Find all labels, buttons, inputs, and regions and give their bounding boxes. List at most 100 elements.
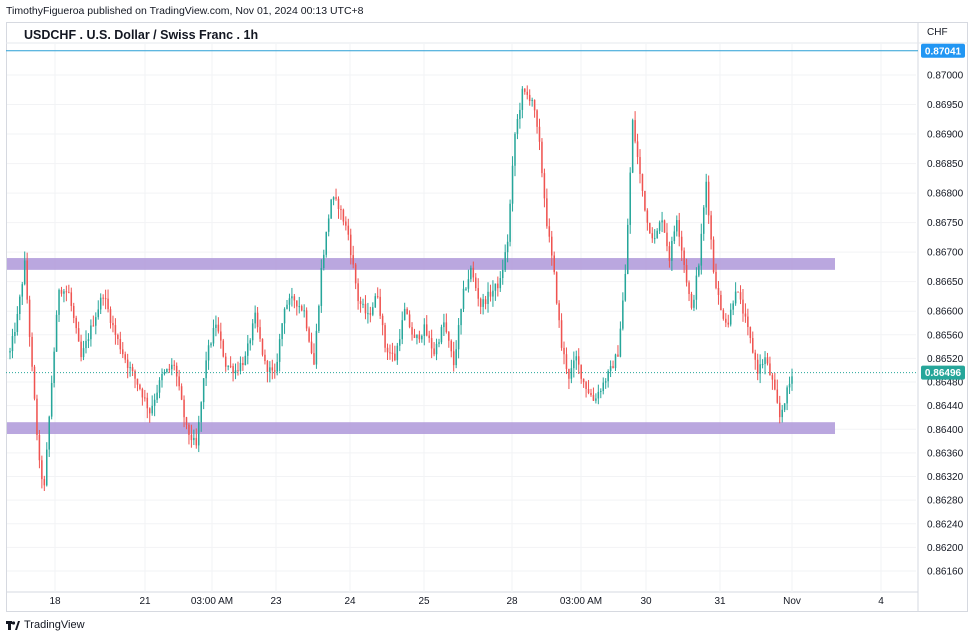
time-tick-label: Nov [783,596,801,607]
price-lines [6,50,918,374]
candle-body [430,338,433,349]
price-chart[interactable]: 0.87000 0.86950 0.86900 0.86850 0.86800 0.867… [0,0,975,638]
candle-body [401,320,403,340]
currency-button[interactable]: CHF [927,27,948,38]
candle-body [43,479,46,486]
candle-body [563,347,565,355]
candle-body [271,367,274,371]
candle-body [443,322,445,328]
candle-body [124,354,126,360]
candle-body [337,198,340,210]
tradingview-brand[interactable]: TradingView [6,619,85,631]
candle-body [315,330,318,365]
candle-body [587,389,590,394]
candle-body [761,364,764,366]
candle-body [546,198,548,227]
candle-body [232,366,234,374]
candle-body [345,221,347,226]
candle-body [781,409,783,418]
candle-body [467,279,470,289]
candle-body [178,376,180,387]
candle-body [668,246,671,261]
chart-title: USDCHF . U.S. Dollar / Swiss Franc . 1h [24,28,259,42]
candle-body [259,327,261,339]
candle-body [729,309,732,325]
candle-body [153,399,156,406]
candle-body [514,133,516,166]
candle-body [90,325,92,340]
candle-body [180,386,183,400]
price-tick-label: 0.86160 [927,567,964,578]
candle-body [445,322,448,333]
candle-body [195,437,198,446]
candle-body [538,126,541,142]
candle-body [592,395,595,401]
candle-body [487,291,489,305]
price-tick-label: 0.87000 [927,71,964,82]
candle-body [391,352,394,354]
candle-body [107,298,109,310]
candle-body [122,349,124,355]
candle-body [778,402,781,418]
price-tick-label: 0.86240 [927,519,964,530]
candle-body [732,303,734,310]
candle-body [568,368,570,379]
candle-body [477,288,479,299]
candle-body [63,291,65,294]
candle-body [227,365,229,367]
candle-body [560,320,563,348]
price-tick-label: 0.86700 [927,248,964,259]
candle-body [60,289,63,294]
candle-body [680,236,683,251]
candle-body [171,364,173,370]
support-zone[interactable] [7,422,835,435]
resistance-zone[interactable] [7,258,835,270]
candle-body [305,310,308,329]
candle-body [354,264,357,284]
candle-body [359,301,362,304]
candle-body [492,290,494,297]
candle-body [26,260,28,300]
candle-body [104,298,107,300]
candle-body [146,397,149,409]
candle-body [288,298,291,305]
candle-body [658,222,661,231]
candle-body [75,317,77,329]
candle-body [298,306,301,308]
candle-body [173,364,176,366]
candle-body [291,296,293,299]
candle-body [318,305,320,331]
candle-body [531,99,533,102]
candle-body [46,449,48,486]
candle-body [308,328,310,342]
candle-body [425,324,428,336]
candle-body [131,367,134,371]
candle-body [617,354,619,357]
candle-body [166,368,168,373]
grid-lines [6,22,968,612]
candle-body [602,382,605,392]
candle-body [626,224,629,274]
candle-body [624,273,627,301]
candle-body [403,308,406,321]
candle-body [519,109,521,119]
candle-body [335,197,337,199]
candle-body [573,360,575,369]
candle-body [168,368,171,370]
candle-body [264,354,266,361]
brand-name: TradingView [24,619,85,631]
candle-body [117,334,119,339]
candle-body [97,309,100,318]
candle-body [408,314,411,328]
candle-body [247,343,249,356]
candle-body [666,232,668,247]
price-tick-label: 0.86850 [927,159,964,170]
candle-body [70,292,73,306]
candle-body [705,181,707,208]
candle-body [482,299,484,307]
price-labels: 0.87041 0.86496 [921,43,965,380]
candle-body [161,373,163,381]
candle-body [551,236,553,256]
candle-body [656,230,658,239]
candle-body [197,422,200,446]
